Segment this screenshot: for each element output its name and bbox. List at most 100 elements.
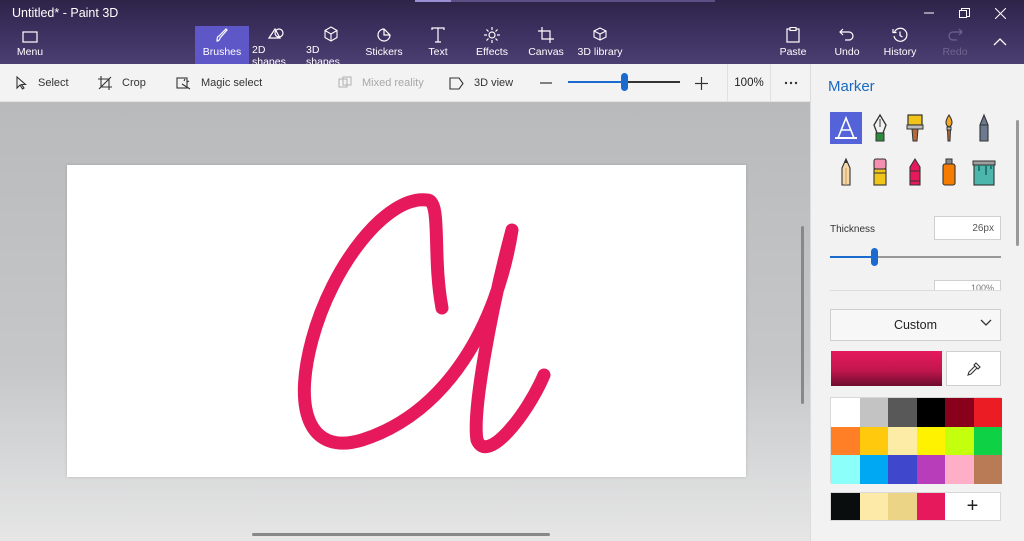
- more-options-button[interactable]: [784, 64, 808, 102]
- zoom-in-button[interactable]: [695, 64, 718, 102]
- select-label: Select: [38, 77, 69, 89]
- zoom-slider[interactable]: [568, 73, 680, 91]
- brush-crayon[interactable]: [899, 156, 931, 188]
- color-swatch[interactable]: [831, 398, 860, 427]
- tab-stickers[interactable]: Stickers: [362, 26, 406, 64]
- 3d-view-label: 3D view: [474, 77, 514, 89]
- custom-color-swatch[interactable]: [831, 493, 860, 520]
- color-swatch[interactable]: [973, 398, 1002, 427]
- close-icon: [994, 7, 1006, 19]
- add-color-button[interactable]: +: [945, 493, 1000, 520]
- color-swatch[interactable]: [831, 426, 860, 455]
- tab-3d-library[interactable]: 3D library: [576, 26, 624, 64]
- color-swatch[interactable]: [973, 455, 1002, 484]
- zoom-level[interactable]: 100%: [727, 64, 771, 102]
- tab-label: Brushes: [202, 46, 242, 58]
- crop-label: Crop: [122, 77, 146, 89]
- brush-pixel-pen[interactable]: [968, 112, 1000, 144]
- brush-marker[interactable]: [830, 112, 862, 144]
- horizontal-scrollbar[interactable]: [252, 533, 550, 536]
- drawing-canvas[interactable]: [67, 165, 746, 477]
- select-button[interactable]: Select: [16, 64, 69, 102]
- redo-button[interactable]: Redo: [938, 26, 972, 64]
- history-label: History: [883, 46, 917, 58]
- more-icon: [784, 81, 798, 85]
- brush-fill[interactable]: [968, 156, 1000, 188]
- color-swatch[interactable]: [831, 455, 860, 484]
- custom-color-swatch[interactable]: [859, 493, 888, 520]
- color-swatch[interactable]: [859, 398, 888, 427]
- 3d-shapes-icon: [324, 26, 338, 42]
- eyedropper-icon: [966, 361, 981, 376]
- menu-folder-icon: [22, 31, 38, 43]
- window-title: Untitled* - Paint 3D: [12, 6, 119, 20]
- color-swatch[interactable]: [916, 426, 945, 455]
- color-swatch[interactable]: [888, 455, 917, 484]
- color-swatch[interactable]: [945, 398, 974, 427]
- color-swatch[interactable]: [945, 426, 974, 455]
- brush-oil[interactable]: [899, 112, 931, 144]
- color-swatch[interactable]: [859, 455, 888, 484]
- mixed-reality-button[interactable]: Mixed reality: [338, 64, 424, 102]
- brush-eraser[interactable]: [864, 156, 896, 188]
- brush-watercolor[interactable]: [933, 112, 965, 144]
- paste-button[interactable]: Paste: [776, 26, 810, 64]
- color-swatch[interactable]: [945, 455, 974, 484]
- tab-3d-shapes[interactable]: 3D shapes: [306, 26, 356, 68]
- tab-canvas[interactable]: Canvas: [526, 26, 566, 64]
- custom-color-swatch[interactable]: [888, 493, 917, 520]
- close-button[interactable]: [982, 2, 1018, 24]
- calligraphy-pen-icon: [873, 113, 887, 142]
- watercolor-icon: [945, 114, 953, 142]
- tab-effects[interactable]: Effects: [472, 26, 512, 64]
- pencil-icon: [841, 157, 851, 186]
- minimize-icon: [924, 12, 934, 14]
- color-swatch[interactable]: [888, 398, 917, 427]
- zoom-slider-thumb[interactable]: [621, 73, 628, 91]
- zoom-slider-fill: [568, 81, 624, 83]
- undo-label: Undo: [834, 46, 860, 58]
- tab-label: Text: [428, 46, 448, 58]
- brush-calligraphy-pen[interactable]: [864, 112, 896, 144]
- mixed-reality-label: Mixed reality: [362, 77, 424, 89]
- brush-spray-can[interactable]: [933, 156, 965, 188]
- zoom-out-button[interactable]: [540, 64, 562, 102]
- custom-color-swatch[interactable]: [916, 493, 945, 520]
- vertical-scrollbar[interactable]: [801, 226, 804, 404]
- tab-text[interactable]: Text: [420, 26, 456, 64]
- eyedropper-button[interactable]: [946, 351, 1001, 386]
- crayon-icon: [909, 157, 921, 186]
- menu-button[interactable]: Menu: [10, 30, 50, 68]
- tab-label: Effects: [476, 46, 508, 58]
- title-accent-line: [415, 0, 715, 2]
- minimize-button[interactable]: [911, 2, 947, 24]
- thickness-slider-thumb[interactable]: [871, 248, 879, 266]
- thickness-input[interactable]: 26px: [934, 216, 1001, 240]
- 3d-view-button[interactable]: 3D view: [449, 64, 513, 102]
- tab-brushes[interactable]: Brushes: [195, 26, 249, 64]
- 3d-library-icon: [593, 27, 607, 41]
- workspace: [0, 102, 810, 541]
- color-swatch[interactable]: [916, 398, 945, 427]
- color-swatch[interactable]: [916, 455, 945, 484]
- color-swatch[interactable]: [888, 426, 917, 455]
- brush-panel: Marker Thickness 26px 100% Custom +: [810, 64, 1024, 541]
- history-button[interactable]: History: [880, 26, 920, 64]
- maximize-button[interactable]: [946, 2, 982, 24]
- magic-select-button[interactable]: Magic select: [176, 64, 262, 102]
- brush-pencil[interactable]: [830, 156, 862, 188]
- crop-button[interactable]: Crop: [98, 64, 146, 102]
- thickness-slider[interactable]: [830, 248, 1001, 266]
- oil-brush-icon: [906, 114, 924, 142]
- color-swatch[interactable]: [859, 426, 888, 455]
- color-swatch[interactable]: [973, 426, 1002, 455]
- undo-icon: [839, 28, 854, 41]
- menu-label: Menu: [16, 46, 44, 58]
- undo-button[interactable]: Undo: [830, 26, 864, 64]
- tab-2d-shapes[interactable]: 2D shapes: [252, 26, 300, 68]
- current-color-swatch[interactable]: [831, 351, 942, 386]
- color-palette: [830, 397, 1002, 484]
- chevron-up-icon: [993, 38, 1007, 46]
- color-mode-dropdown[interactable]: Custom: [830, 309, 1001, 341]
- panel-scrollbar[interactable]: [1016, 120, 1019, 246]
